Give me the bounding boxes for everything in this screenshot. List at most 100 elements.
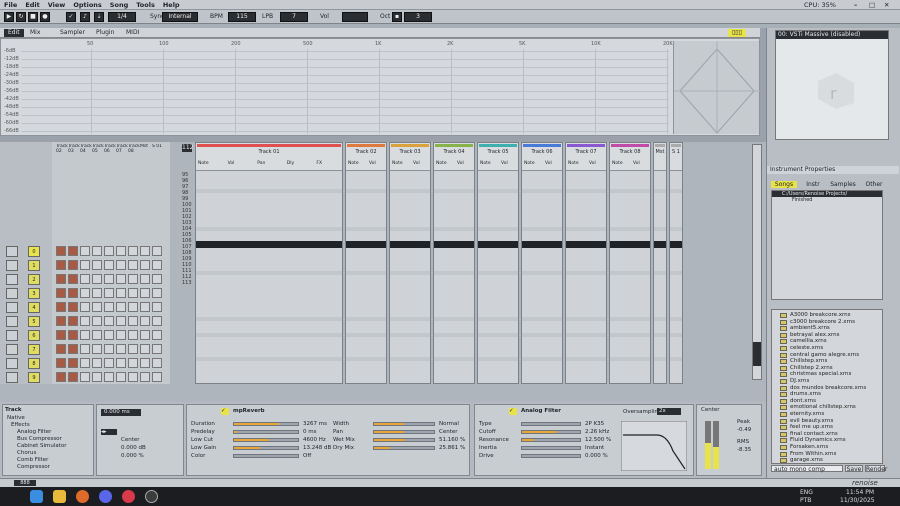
metronome-icon[interactable]: ♪ [80,12,90,22]
pattern-matrix-cell[interactable] [80,302,90,312]
edit-mode-icon[interactable]: ✓ [66,12,76,22]
track-name[interactable]: Track 03 [390,149,430,155]
loop-icon[interactable]: ↻ [16,12,26,22]
volume-control[interactable] [342,12,368,22]
pattern-matrix-cell[interactable] [56,260,66,270]
render-button[interactable]: Render [865,465,887,473]
oversampling-select[interactable]: 2x [657,408,681,415]
scrollbar-thumb[interactable] [753,342,761,366]
pattern-slot-5[interactable]: 5 [28,316,40,327]
pattern-matrix-cell[interactable] [56,316,66,326]
pattern-matrix-cell[interactable] [104,260,114,270]
file-item[interactable]: Forsaken.xrns [790,444,828,450]
tray-language[interactable]: ENG [800,489,813,496]
pattern-slot-mute[interactable] [6,372,18,383]
pattern-matrix-cell[interactable] [56,288,66,298]
pattern-matrix-cell[interactable] [128,358,138,368]
browser-tab-instr[interactable]: Instr [801,181,825,188]
reverb-param-slider[interactable] [233,430,299,434]
menu-edit[interactable]: Edit [21,0,43,10]
file-item[interactable]: Fluid Dynamics.xrns [790,437,846,443]
file-item[interactable]: christmas special.xrns [790,371,851,377]
dsp-category-effects[interactable]: Effects [11,422,30,428]
pattern-matrix-cell[interactable] [128,372,138,382]
pattern-matrix-cell[interactable] [104,274,114,284]
pattern-matrix-cell[interactable] [116,288,126,298]
pattern-matrix-cell[interactable] [140,344,150,354]
file-item[interactable]: dos mundos breakcore.xrns [790,385,866,391]
delay-field[interactable]: 0.000 ms [101,409,141,416]
tab-mix[interactable]: Mix [26,29,44,37]
tab-edit[interactable]: Edit [4,29,24,37]
pattern-matrix-cell[interactable] [128,246,138,256]
pattern-matrix-cell[interactable] [152,246,162,256]
pattern-matrix-cell[interactable] [68,344,78,354]
reverb-param-slider[interactable] [373,430,435,434]
pattern-matrix-cell[interactable] [140,330,150,340]
pattern-slot-7[interactable]: 7 [28,344,40,355]
pattern-matrix-cell[interactable] [104,344,114,354]
reverb-enable-toggle[interactable]: ✓ [221,408,229,415]
pattern-matrix-cell[interactable] [140,260,150,270]
reverb-param-slider[interactable] [233,438,299,442]
pattern-matrix-cell[interactable] [92,274,102,284]
filter-enable-toggle[interactable]: ✓ [509,408,517,415]
discord-icon[interactable] [99,490,112,503]
track-column-1[interactable]: Track 01 Note Vol Pan Dly FX [195,142,343,384]
pattern-matrix-cell[interactable] [116,302,126,312]
pattern-matrix-cell[interactable] [80,274,90,284]
pattern-slot-3[interactable]: 3 [28,288,40,299]
pattern-slot-mute[interactable] [6,344,18,355]
track-column-8[interactable]: Track 08 Note Vol [609,142,651,384]
media-app-icon[interactable] [122,490,135,503]
pattern-matrix-cell[interactable] [140,288,150,298]
file-item[interactable]: eternity.xrns [790,411,824,417]
file-item[interactable]: From Within.xrns [790,451,836,457]
pattern-matrix-cell[interactable] [140,372,150,382]
file-item[interactable]: central gamo alegre.xrns [790,352,859,358]
menu-tools[interactable]: Tools [132,0,159,10]
pattern-slot-mute[interactable] [6,302,18,313]
pattern-matrix-cell[interactable] [80,372,90,382]
pattern-matrix-cell[interactable] [152,372,162,382]
pattern-matrix-cell[interactable] [128,274,138,284]
pattern-slot-mute[interactable] [6,274,18,285]
tab-plugin[interactable]: Plugin [92,29,118,37]
pattern-matrix-cell[interactable] [92,260,102,270]
pattern-matrix-cell[interactable] [152,358,162,368]
oct-toggle[interactable]: ▪ [392,12,402,22]
pattern-matrix-cell[interactable] [68,358,78,368]
pattern-matrix-cell[interactable] [104,330,114,340]
pattern-matrix-cell[interactable] [116,358,126,368]
file-item[interactable]: betrayal alex.xrns [790,332,840,338]
pattern-matrix-cell[interactable] [80,260,90,270]
track-name[interactable]: Track 04 [434,149,474,155]
pattern-matrix-cell[interactable] [152,260,162,270]
filter-param-slider[interactable] [521,454,581,458]
tab-midi[interactable]: MIDI [122,29,143,37]
pattern-matrix-cell[interactable] [104,288,114,298]
track-column-4[interactable]: Track 04 Note Vol [433,142,475,384]
reverb-param-slider[interactable] [233,454,299,458]
lpb-field[interactable]: 7 [280,12,308,22]
dsp-item-analog-filter[interactable]: Analog Filter [17,429,51,435]
pattern-slot-4[interactable]: 4 [28,302,40,313]
track-name[interactable]: Track 02 [346,149,386,155]
filter-param-slider[interactable] [521,446,581,450]
track-name[interactable]: S 1 [670,149,682,155]
pattern-slot-mute[interactable] [6,288,18,299]
renoise-taskbar-icon[interactable] [145,490,158,503]
track-column-7[interactable]: Track 07 Note Vol [565,142,607,384]
firefox-icon[interactable] [76,490,89,503]
folder-tree[interactable]: C:/Users/Renoise Projects/ Finished [771,190,883,300]
pattern-matrix-cell[interactable] [152,274,162,284]
pattern-matrix-cell[interactable] [68,330,78,340]
dsp-category-native[interactable]: Native [7,415,25,421]
pattern-slot-mute[interactable] [6,260,18,271]
file-item[interactable]: camellia.xrns [790,338,827,344]
pattern-matrix-cell[interactable] [68,288,78,298]
menu-file[interactable]: File [0,0,21,10]
pattern-matrix-cell[interactable] [92,302,102,312]
pattern-matrix-cell[interactable] [92,330,102,340]
browser-tab-samples[interactable]: Samples [829,181,857,188]
